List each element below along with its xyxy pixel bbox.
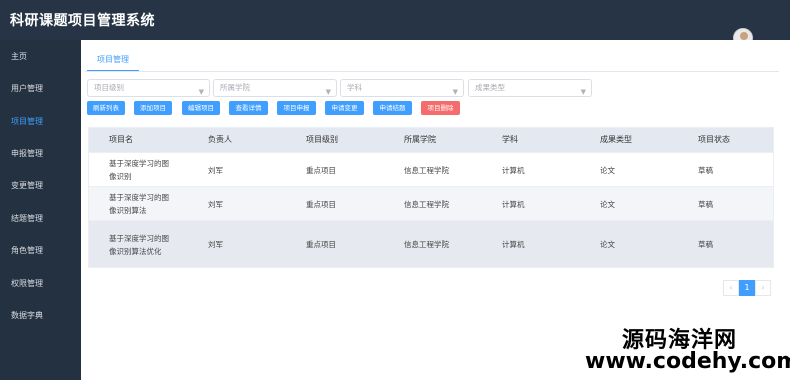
- cell-project-name: 基于深度学习的图像识别: [109, 159, 169, 181]
- tab-project-management[interactable]: 项目管理: [87, 48, 139, 72]
- cell-owner: 刘军: [208, 240, 223, 249]
- chevron-down-icon: ▼: [198, 88, 204, 96]
- chevron-down-icon: ▼: [325, 88, 331, 96]
- edit-project-button[interactable]: 编辑项目: [182, 101, 220, 115]
- sidebar-item-dictionary[interactable]: 数据字典: [0, 304, 81, 328]
- projects-table: 项目名 负责人 项目级别 所属学院 学科 成果类型 项目状态 基于深度学习的图像…: [88, 127, 774, 268]
- avatar-head: [740, 32, 748, 40]
- page-1-button[interactable]: 1: [739, 280, 755, 296]
- table-header: 项目名 负责人 项目级别 所属学院 学科 成果类型 项目状态: [89, 128, 773, 152]
- column-header-status: 项目状态: [698, 135, 730, 144]
- sidebar-item-roles[interactable]: 角色管理: [0, 239, 81, 263]
- subject-select-placeholder: 学科: [347, 83, 362, 92]
- apply-conclusion-button[interactable]: 申请结题: [373, 101, 412, 115]
- cell-owner: 刘军: [208, 165, 223, 175]
- chevron-down-icon: ▼: [580, 88, 586, 96]
- top-bar: 科研课题项目管理系统: [0, 0, 790, 48]
- cell-result-type: 论文: [600, 199, 615, 209]
- result-type-select-placeholder: 成果类型: [475, 83, 505, 92]
- table-row[interactable]: 基于深度学习的图像识别 刘军 重点项目 信息工程学院 计算机 论文 草稿: [89, 152, 773, 186]
- add-project-button[interactable]: 添加项目: [134, 101, 172, 115]
- sidebar-item-declarations[interactable]: 申报管理: [0, 142, 81, 166]
- table-row[interactable]: 基于深度学习的图像识别算法优化 刘军 重点项目 信息工程学院 计算机 论文 草稿: [89, 220, 773, 267]
- cell-owner: 刘军: [208, 199, 223, 209]
- column-header-name: 项目名: [109, 135, 133, 144]
- watermark-url: www.codehy.com: [585, 349, 790, 374]
- cell-level: 重点项目: [306, 165, 336, 175]
- sidebar-item-changes[interactable]: 变更管理: [0, 174, 81, 198]
- sidebar: 主页 用户管理 项目管理 申报管理 变更管理 结题管理 角色管理 权限管理 数据…: [0, 40, 81, 380]
- next-page-button[interactable]: ›: [755, 280, 771, 296]
- cell-level: 重点项目: [306, 199, 336, 209]
- cell-college: 信息工程学院: [404, 240, 449, 249]
- column-header-owner: 负责人: [208, 135, 232, 144]
- cell-status: 草稿: [698, 240, 713, 249]
- sidebar-item-home[interactable]: 主页: [0, 45, 81, 69]
- level-select-placeholder: 项目级别: [94, 83, 124, 92]
- sidebar-item-users[interactable]: 用户管理: [0, 77, 81, 101]
- column-header-college: 所属学院: [404, 135, 436, 144]
- sidebar-item-conclusions[interactable]: 结题管理: [0, 207, 81, 231]
- cell-subject: 计算机: [502, 240, 525, 249]
- cell-level: 重点项目: [306, 240, 336, 249]
- cell-college: 信息工程学院: [404, 199, 449, 209]
- chevron-down-icon: ▼: [452, 88, 458, 96]
- cell-project-name: 基于深度学习的图像识别算法: [109, 193, 169, 215]
- tab-divider: [85, 71, 779, 72]
- cell-project-name: 基于深度学习的图像识别算法优化: [109, 233, 169, 256]
- prev-page-button[interactable]: ‹: [723, 280, 739, 296]
- column-header-result-type: 成果类型: [600, 135, 632, 144]
- cell-college: 信息工程学院: [404, 165, 449, 175]
- subject-select[interactable]: 学科 ▼: [340, 79, 464, 97]
- declare-project-button[interactable]: 项目申报: [277, 101, 316, 115]
- cell-status: 草稿: [698, 165, 713, 175]
- cell-result-type: 论文: [600, 165, 615, 175]
- sidebar-item-permissions[interactable]: 权限管理: [0, 272, 81, 296]
- apply-change-button[interactable]: 申请变更: [325, 101, 364, 115]
- column-header-level: 项目级别: [306, 135, 338, 144]
- view-details-button[interactable]: 查看详情: [229, 101, 268, 115]
- cell-result-type: 论文: [600, 240, 615, 249]
- delete-project-button[interactable]: 项目删除: [421, 101, 460, 115]
- column-header-subject: 学科: [502, 135, 518, 144]
- cell-subject: 计算机: [502, 199, 525, 209]
- sidebar-item-projects[interactable]: 项目管理: [0, 110, 81, 134]
- table-row[interactable]: 基于深度学习的图像识别算法 刘军 重点项目 信息工程学院 计算机 论文 草稿: [89, 186, 773, 220]
- app-title: 科研课题项目管理系统: [10, 13, 155, 29]
- college-select[interactable]: 所属学院 ▼: [213, 79, 337, 97]
- result-type-select[interactable]: 成果类型 ▼: [468, 79, 592, 97]
- refresh-list-button[interactable]: 刷新列表: [87, 101, 125, 115]
- level-select[interactable]: 项目级别 ▼: [87, 79, 210, 97]
- cell-subject: 计算机: [502, 165, 525, 175]
- cell-status: 草稿: [698, 199, 713, 209]
- college-select-placeholder: 所属学院: [220, 83, 250, 92]
